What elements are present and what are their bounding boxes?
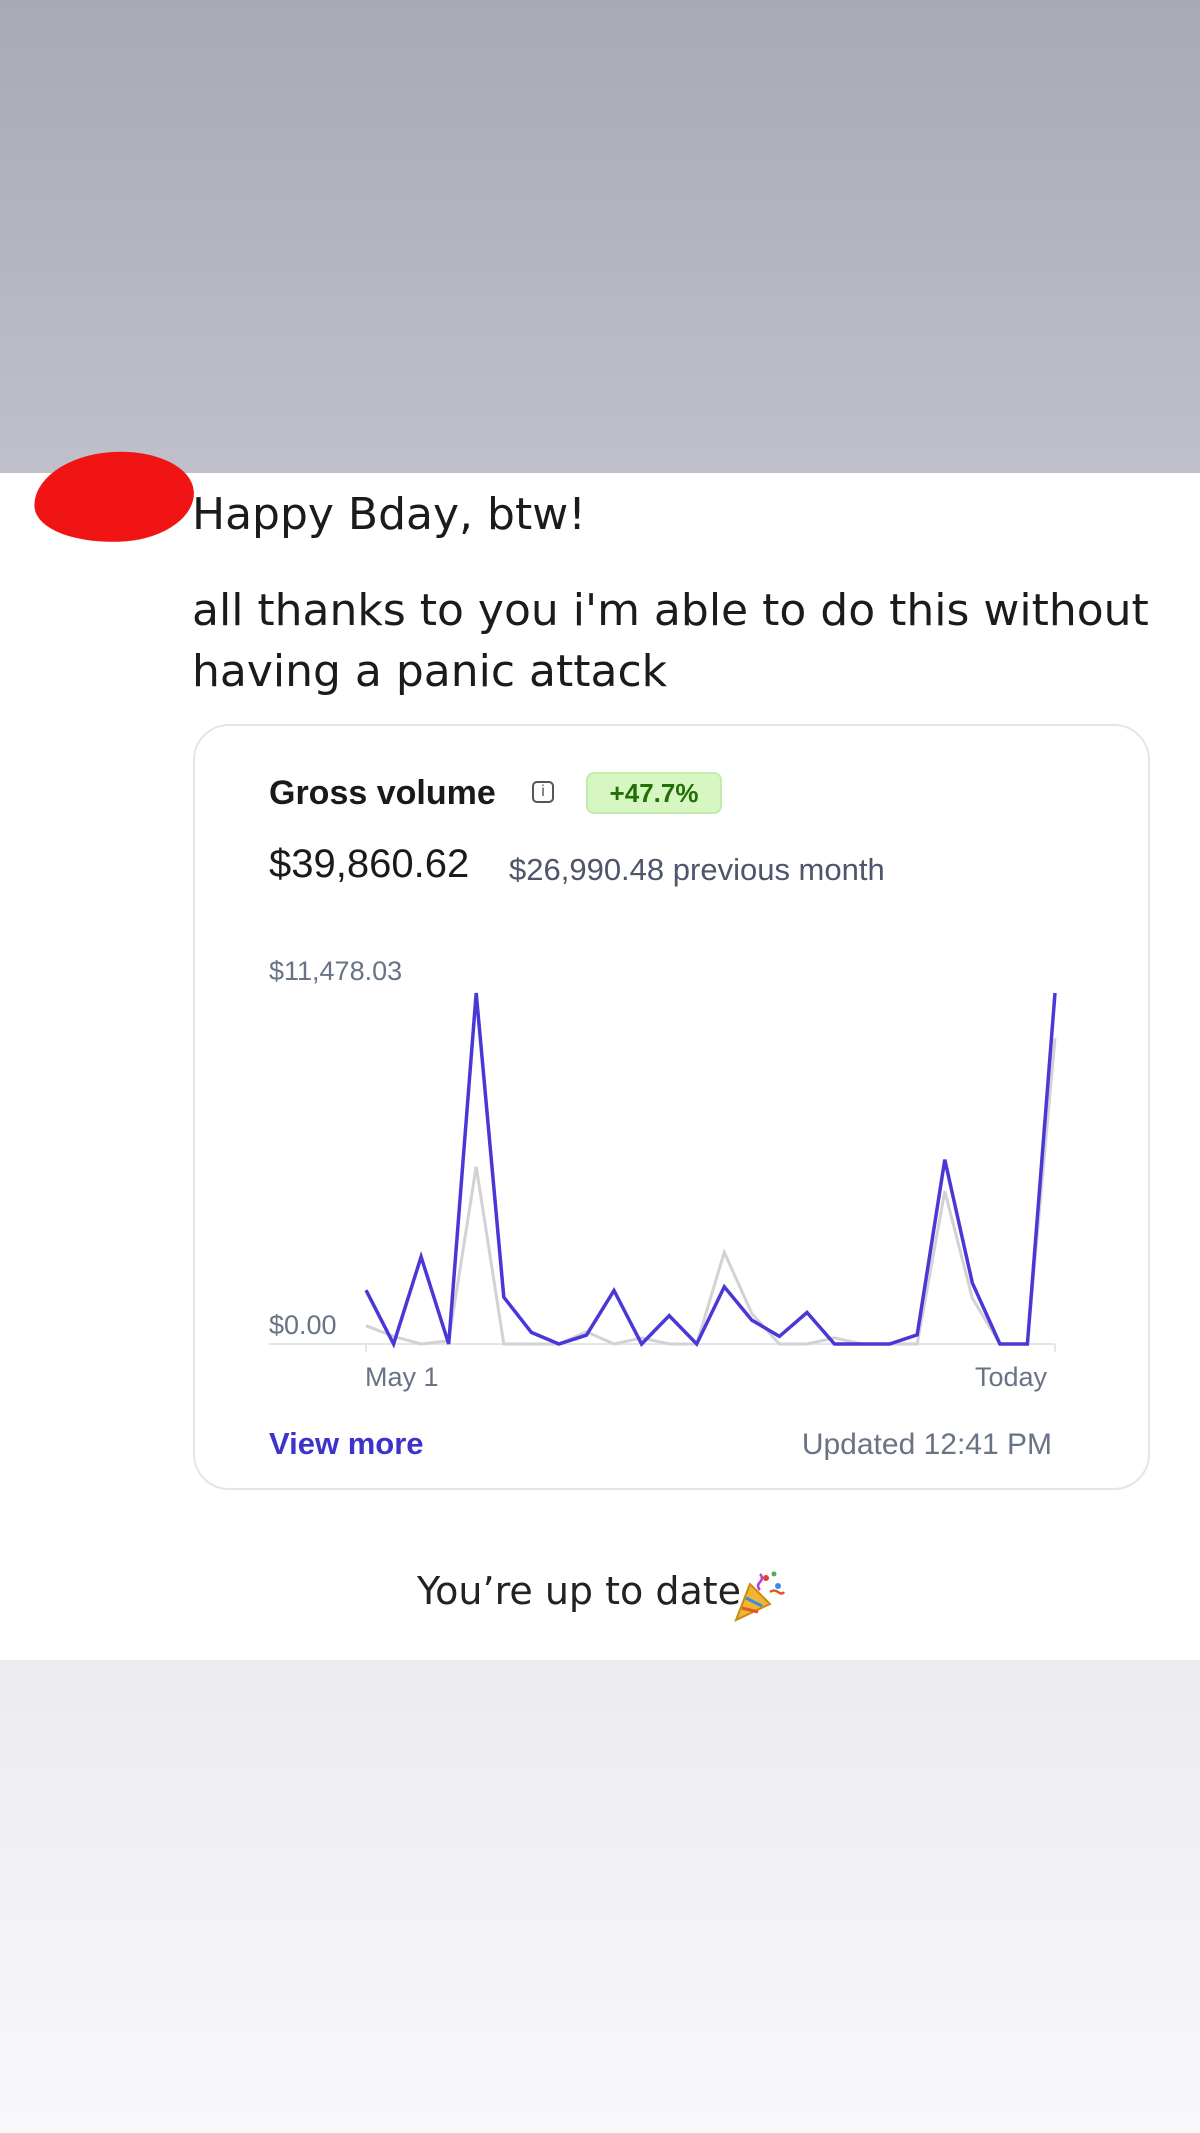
- series-line-current: [364, 992, 1057, 1349]
- up-to-date-status: You’re up to date: [417, 1569, 742, 1613]
- bottom-background: [0, 1660, 1200, 2133]
- redacted-header-area: [0, 0, 1200, 473]
- y-axis-max-label: $11,478.03: [269, 956, 403, 986]
- view-more-link[interactable]: View more: [269, 1426, 424, 1462]
- party-popper-icon: [734, 1571, 786, 1622]
- x-axis-end-label: Today: [975, 1362, 1048, 1392]
- x-axis-start-label: May 1: [365, 1362, 439, 1392]
- message-text: all thanks to you i'm able to do this wi…: [192, 585, 1149, 697]
- updated-timestamp: Updated 12:41 PM: [801, 1428, 1052, 1461]
- gross-volume-card: Gross volume i +47.7% $39,860.62 $26,990…: [193, 724, 1150, 1490]
- y-axis-min-label: $0.00: [269, 1310, 337, 1340]
- message-text: Happy Bday, btw!: [192, 489, 586, 540]
